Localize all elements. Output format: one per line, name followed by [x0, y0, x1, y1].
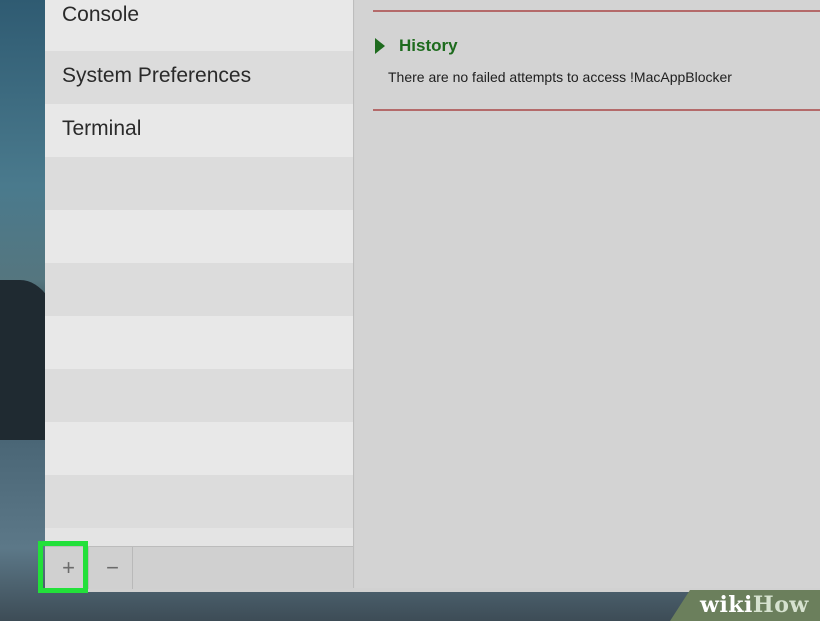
- app-window: Console System Preferences Terminal + −: [38, 0, 820, 593]
- history-message: There are no failed attempts to access !…: [388, 69, 732, 85]
- history-section-toggle[interactable]: History: [375, 36, 458, 56]
- list-item-label: Console: [62, 3, 140, 26]
- divider: [373, 10, 820, 12]
- empty-list-row: [45, 263, 353, 316]
- empty-list-row: [45, 422, 353, 475]
- empty-list-row: [45, 316, 353, 369]
- empty-list-row: [45, 369, 353, 422]
- empty-list-row: [45, 157, 353, 210]
- remove-app-button[interactable]: −: [93, 547, 133, 589]
- disclosure-triangle-icon: [375, 38, 385, 54]
- list-item[interactable]: System Preferences: [45, 51, 353, 104]
- app-list: Console System Preferences Terminal: [45, 0, 353, 528]
- logo-wiki: wiki: [700, 592, 753, 618]
- add-button-highlight: [38, 541, 88, 593]
- logo-how: How: [752, 592, 809, 618]
- empty-list-row: [45, 210, 353, 263]
- history-title: History: [399, 36, 458, 55]
- detail-panel: History There are no failed attempts to …: [355, 0, 820, 588]
- sidebar-footer: + −: [45, 546, 353, 589]
- empty-list-row: [45, 475, 353, 528]
- list-item[interactable]: Terminal: [45, 104, 353, 157]
- divider: [373, 109, 820, 111]
- list-item-label: System Preferences: [62, 64, 252, 87]
- list-item[interactable]: Console: [45, 0, 353, 51]
- list-item-label: Terminal: [62, 117, 142, 140]
- wikihow-logo: wikiHow: [700, 592, 809, 618]
- blocked-apps-sidebar: Console System Preferences Terminal + −: [45, 0, 354, 589]
